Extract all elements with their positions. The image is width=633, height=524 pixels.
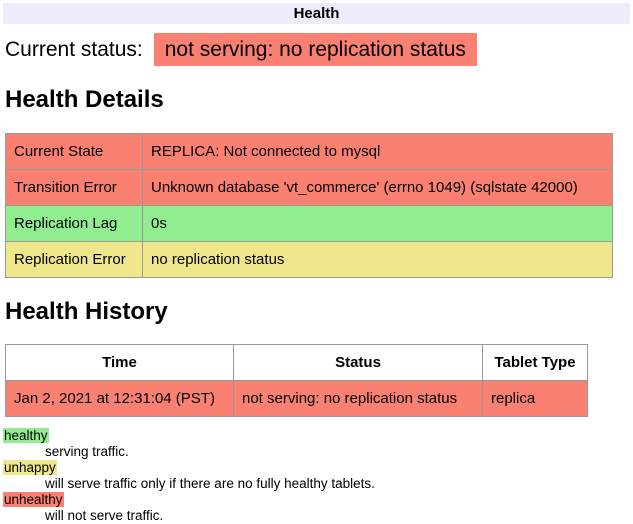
page-title: Health: [294, 5, 340, 22]
detail-row-label: Transition Error: [6, 170, 143, 206]
current-status-badge: not serving: no replication status: [154, 33, 477, 66]
legend-description: will not serve traffic.: [45, 508, 630, 524]
current-status-label: Current status:: [5, 38, 143, 62]
detail-row-value: REPLICA: Not connected to mysql: [143, 134, 613, 170]
legend-description: serving traffic.: [45, 444, 630, 460]
detail-row-label: Replication Error: [6, 242, 143, 278]
history-time-cell: Jan 2, 2021 at 12:31:04 (PST): [6, 381, 234, 417]
table-header-row: Time Status Tablet Type: [6, 345, 588, 381]
table-row: Replication Lag 0s: [6, 206, 613, 242]
health-history-table: Time Status Tablet Type Jan 2, 2021 at 1…: [5, 344, 588, 417]
legend-term: unhappy: [3, 460, 630, 476]
health-details-table: Current State REPLICA: Not connected to …: [5, 133, 613, 278]
table-row: Jan 2, 2021 at 12:31:04 (PST) not servin…: [6, 381, 588, 417]
detail-row-label: Replication Lag: [6, 206, 143, 242]
page-header: Health: [3, 3, 630, 24]
column-header-tablet-type: Tablet Type: [483, 345, 588, 381]
status-legend: healthy serving traffic. unhappy will se…: [3, 428, 630, 524]
health-page: Health Current status: not serving: no r…: [0, 0, 633, 524]
legend-term-unhappy: unhappy: [3, 460, 57, 475]
health-history-heading: Health History: [5, 298, 630, 326]
table-row: Replication Error no replication status: [6, 242, 613, 278]
health-details-heading: Health Details: [5, 86, 630, 114]
legend-term-unhealthy: unhealthy: [3, 492, 64, 507]
current-status-line: Current status: not serving: no replicat…: [5, 33, 630, 66]
table-row: Transition Error Unknown database 'vt_co…: [6, 170, 613, 206]
table-row: Current State REPLICA: Not connected to …: [6, 134, 613, 170]
column-header-time: Time: [6, 345, 234, 381]
history-status-cell: not serving: no replication status: [234, 381, 483, 417]
detail-row-value: 0s: [143, 206, 613, 242]
history-type-cell: replica: [483, 381, 588, 417]
legend-term: unhealthy: [3, 492, 630, 508]
detail-row-label: Current State: [6, 134, 143, 170]
legend-description: will serve traffic only if there are no …: [45, 476, 630, 492]
detail-row-value: no replication status: [143, 242, 613, 278]
column-header-status: Status: [234, 345, 483, 381]
detail-row-value: Unknown database 'vt_commerce' (errno 10…: [143, 170, 613, 206]
legend-term: healthy: [3, 428, 630, 444]
legend-term-healthy: healthy: [3, 428, 49, 443]
